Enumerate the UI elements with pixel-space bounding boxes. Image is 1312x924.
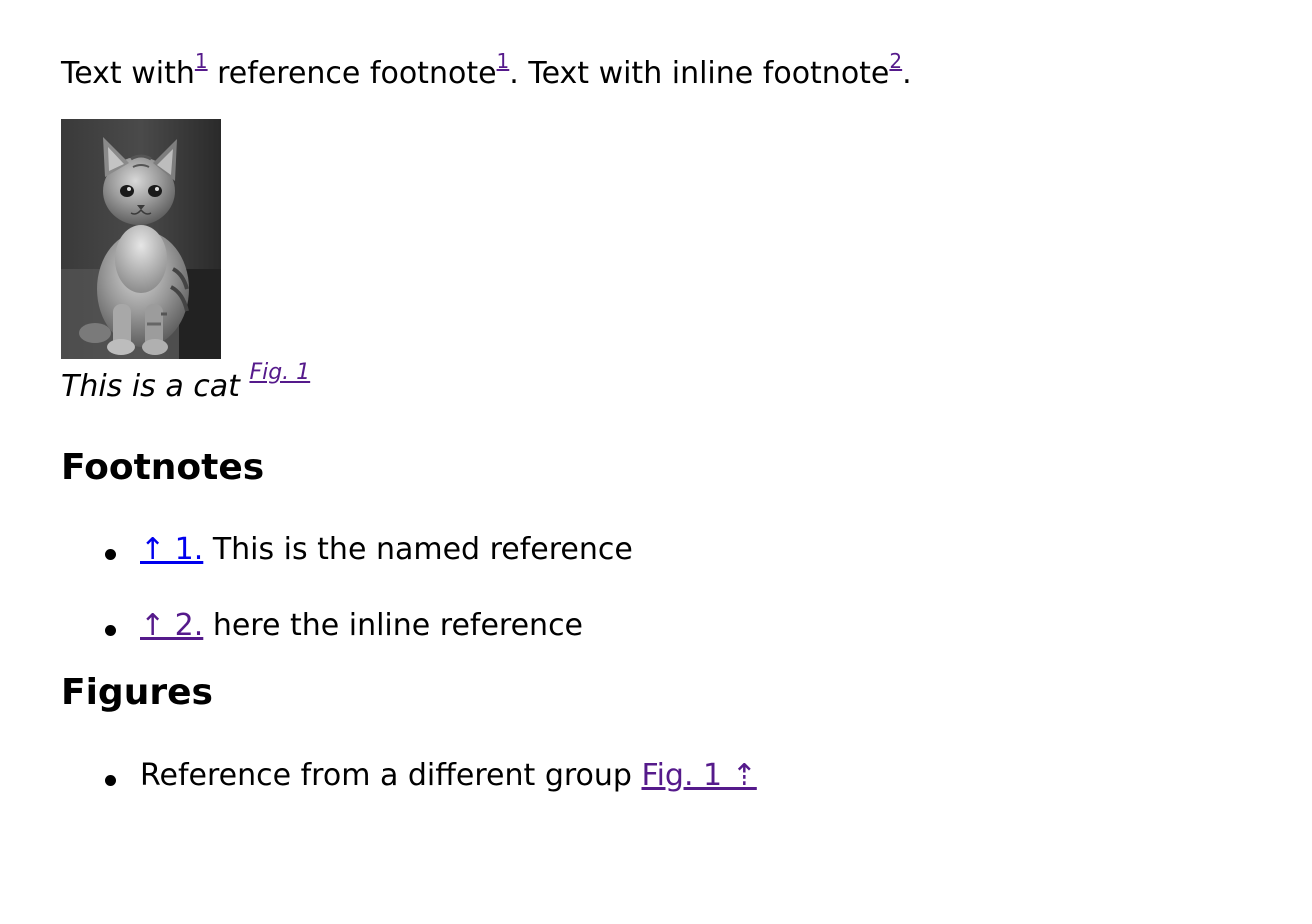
footnote-2-text: here the inline reference bbox=[203, 608, 584, 644]
footnote-ref-1: 1 bbox=[195, 49, 208, 73]
figures-list: Reference from a different group Fig. 1 … bbox=[61, 758, 1312, 794]
footnote-1-text: This is the named reference bbox=[203, 532, 633, 568]
cat-image bbox=[61, 119, 221, 359]
footnote-ref-2-link[interactable]: 1 bbox=[497, 49, 510, 73]
intro-text-4: . bbox=[902, 56, 912, 91]
footnote-2-backlink[interactable]: ↑ 2. bbox=[140, 608, 203, 643]
intro-text-3: . Text with inline footnote bbox=[509, 56, 890, 91]
figure-ref-1-link[interactable]: Fig. 1 ⇡ bbox=[642, 758, 757, 793]
footnote-ref-2: 1 bbox=[497, 49, 510, 73]
figure-ref-item-1: Reference from a different group Fig. 1 … bbox=[105, 758, 1312, 794]
page: Text with1 reference footnote1. Text wit… bbox=[0, 0, 1312, 794]
footnote-item-2: ↑ 2. here the inline reference bbox=[105, 608, 1312, 644]
footnotes-heading: Footnotes bbox=[61, 447, 265, 488]
footnotes-list: ↑ 1. This is the named reference ↑ 2. he… bbox=[61, 532, 1312, 644]
intro-paragraph: Text with1 reference footnote1. Text wit… bbox=[61, 51, 1312, 92]
intro-text-2: reference footnote bbox=[207, 56, 497, 91]
figure-ref-1-text: Reference from a different group bbox=[140, 758, 642, 794]
figure-caption: This is a cat Fig. 1 bbox=[61, 362, 1312, 405]
figure-caption-ref: Fig. 1 bbox=[249, 360, 310, 385]
figures-heading: Figures bbox=[61, 672, 213, 714]
footnote-1-backlink[interactable]: ↑ 1. bbox=[140, 532, 203, 567]
footnote-ref-3-link[interactable]: 2 bbox=[889, 49, 902, 73]
intro-text-1: Text with bbox=[61, 56, 195, 91]
footnote-item-1: ↑ 1. This is the named reference bbox=[105, 532, 1312, 568]
figure-caption-text: This is a cat bbox=[61, 369, 240, 404]
footnote-ref-1-link[interactable]: 1 bbox=[195, 49, 208, 73]
figure-caption-ref-link[interactable]: Fig. 1 bbox=[249, 360, 310, 385]
footnote-ref-3: 2 bbox=[889, 49, 902, 73]
